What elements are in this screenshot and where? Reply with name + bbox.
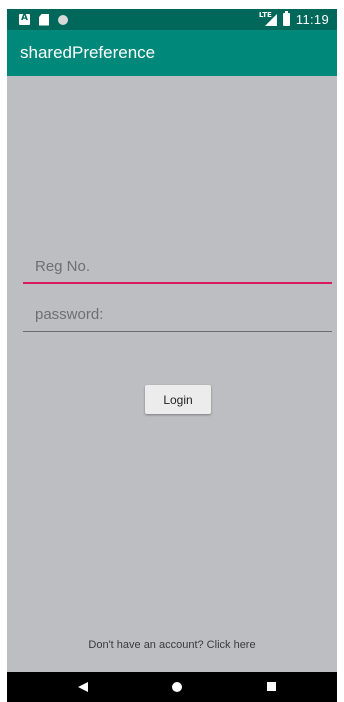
reg-no-input[interactable]	[23, 254, 332, 284]
status-bar: LTE 11:19	[7, 9, 337, 30]
phone-screen: LTE 11:19 sharedPreference Login Don't h…	[7, 9, 337, 702]
circle-notification-icon	[58, 14, 68, 25]
signup-link[interactable]: Don't have an account? Click here	[7, 639, 337, 651]
navigation-bar	[7, 672, 337, 702]
recents-icon[interactable]	[267, 682, 276, 691]
login-button[interactable]: Login	[145, 385, 211, 414]
home-icon[interactable]	[172, 682, 182, 692]
notification-a-icon	[19, 13, 30, 25]
network-type-label: LTE	[258, 11, 272, 19]
password-input[interactable]	[23, 302, 332, 332]
app-bar: sharedPreference	[7, 30, 337, 76]
back-icon[interactable]	[78, 682, 88, 692]
status-notifications	[19, 13, 68, 26]
sd-card-icon	[39, 13, 49, 26]
app-title: sharedPreference	[20, 43, 156, 62]
signal-icon: LTE	[258, 11, 277, 26]
battery-icon	[282, 11, 290, 26]
status-time: 11:19	[295, 12, 329, 27]
status-system: LTE 11:19	[258, 11, 329, 27]
